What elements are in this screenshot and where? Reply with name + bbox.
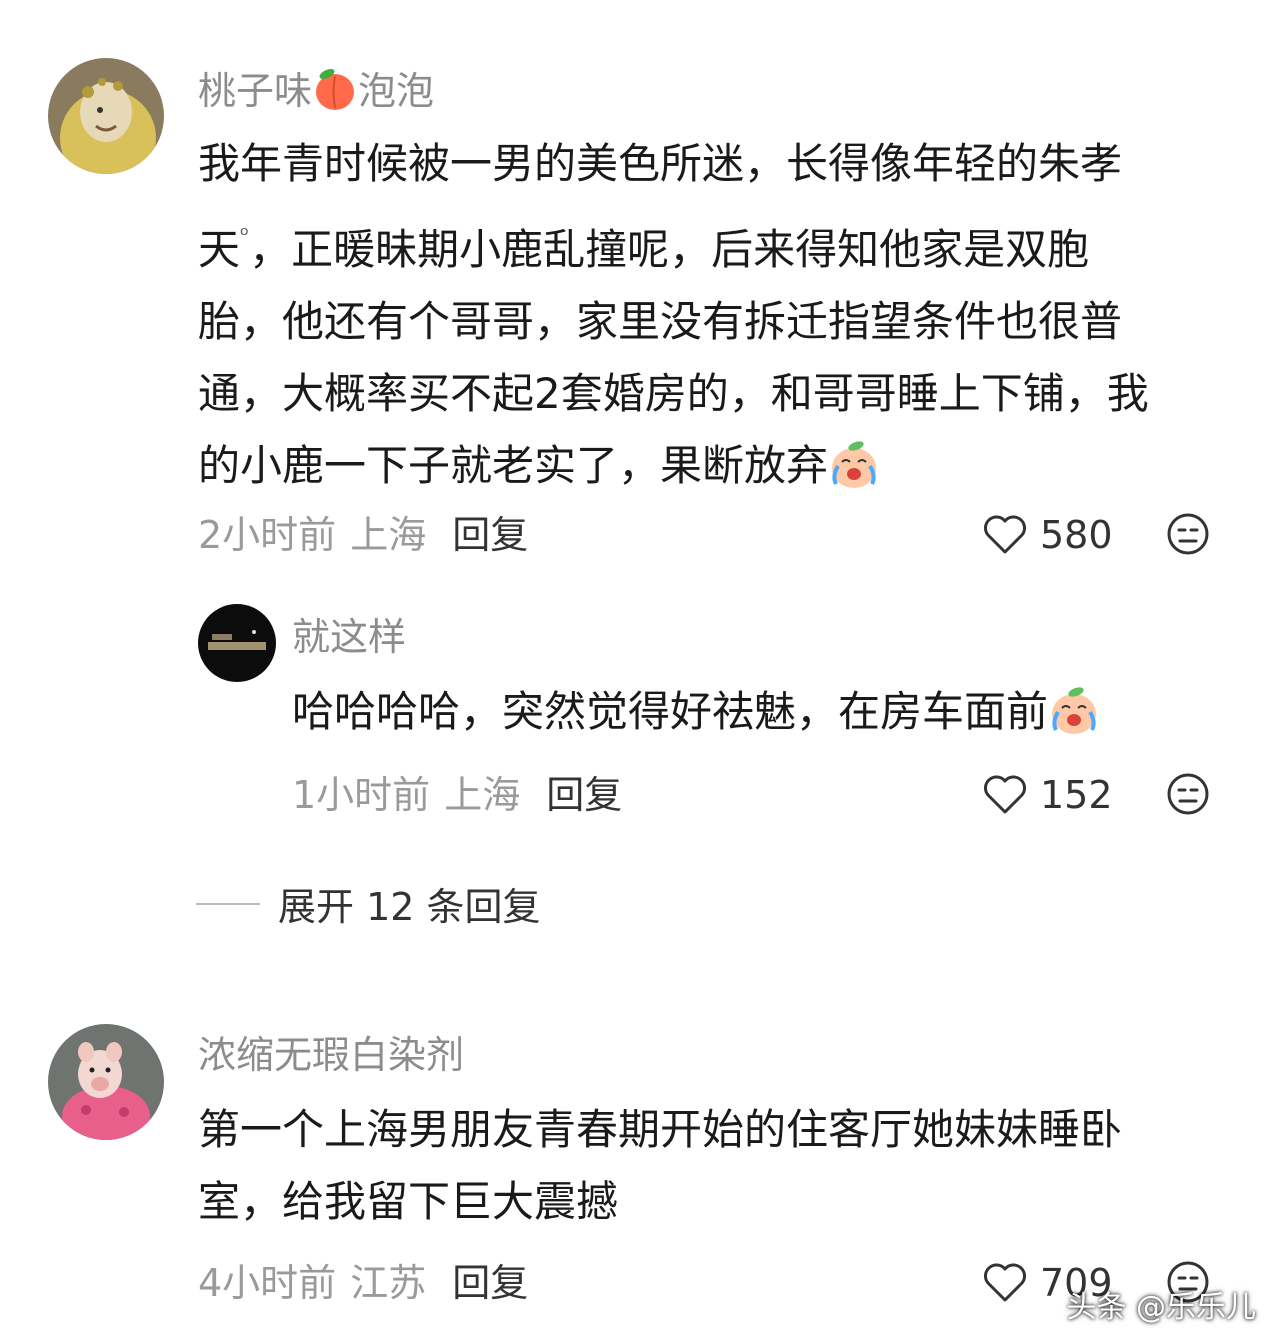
heart-outline-icon — [984, 1263, 1026, 1302]
reply-button[interactable]: 回复 — [452, 513, 528, 557]
location: 上海 — [444, 773, 521, 817]
comment-line: 通，大概率买不起2套婚房的，和哥哥睡上下铺，我 — [198, 369, 1149, 418]
meh-face-icon — [1167, 513, 1209, 555]
comment-text: 第一个上海男朋友青春期开始的住客厅她妹妹睡卧 室，给我留下巨大震撼 — [198, 1094, 1238, 1238]
comment-text: 哈哈哈哈，突然觉得好祛魅，在房车面前 — [292, 676, 1252, 748]
expand-label: 展开 12 条回复 — [278, 885, 541, 929]
comment-meta: 4小时前 江苏 回复 — [198, 1260, 528, 1306]
avatar[interactable] — [198, 604, 276, 682]
username[interactable]: 浓缩无瑕白染剂 — [198, 1032, 464, 1078]
comment-meta: 2小时前 上海 回复 — [198, 512, 528, 558]
meh-face-icon — [1167, 773, 1209, 815]
reply-button[interactable]: 回复 — [452, 1261, 528, 1305]
timestamp: 4小时前 — [198, 1261, 337, 1305]
dislike-button[interactable] — [1166, 772, 1210, 820]
heart-outline-icon — [984, 775, 1026, 814]
username[interactable]: 桃子味 泡泡 — [198, 66, 434, 114]
divider-line — [196, 902, 260, 905]
avatar[interactable] — [48, 1024, 164, 1140]
username[interactable]: 就这样 — [292, 614, 406, 660]
comment-line: 第一个上海男朋友青春期开始的住客厅她妹妹睡卧 — [198, 1105, 1123, 1154]
comment-line: 室，给我留下巨大震撼 — [198, 1177, 619, 1226]
comment-line: 胎，他还有个哥哥，家里没有拆迁指望条件也很普 — [198, 297, 1123, 346]
location: 上海 — [350, 513, 427, 557]
crying-laughing-peach-emoji — [1048, 684, 1100, 736]
avatar[interactable] — [48, 58, 164, 174]
expand-replies-button[interactable]: 展开 12 条回复 — [196, 876, 541, 931]
heart-outline-icon — [984, 515, 1026, 554]
timestamp: 1小时前 — [292, 773, 431, 817]
search-superscript-icon[interactable]: ᵒ — [240, 223, 249, 248]
dislike-button[interactable] — [1166, 512, 1210, 560]
watermark: 头条 @乐乐儿 — [1066, 1290, 1256, 1325]
comment-line: 我年青时候被一男的美色所迷，长得像年轻的朱孝 — [198, 139, 1123, 188]
comment-text: 我年青时候被一男的美色所迷，长得像年轻的朱孝 天ᵒ，正暖昧期小鹿乱撞呢，后来得知… — [198, 128, 1238, 502]
like-count: 580 — [1040, 513, 1113, 557]
comment-meta: 1小时前 上海 回复 — [292, 772, 622, 818]
timestamp: 2小时前 — [198, 513, 337, 557]
reply-button[interactable]: 回复 — [546, 773, 622, 817]
like-button[interactable]: 152 — [982, 772, 1113, 818]
like-count: 152 — [1040, 773, 1113, 817]
comment-line: 的小鹿一下子就老实了，果断放弃 — [198, 430, 1238, 502]
peach-emoji-icon — [312, 66, 358, 112]
comment-line: 天ᵒ，正暖昧期小鹿乱撞呢，后来得知他家是双胞 — [198, 223, 1090, 274]
crying-laughing-peach-emoji — [828, 438, 880, 490]
location: 江苏 — [350, 1261, 427, 1305]
like-button[interactable]: 580 — [982, 512, 1113, 558]
